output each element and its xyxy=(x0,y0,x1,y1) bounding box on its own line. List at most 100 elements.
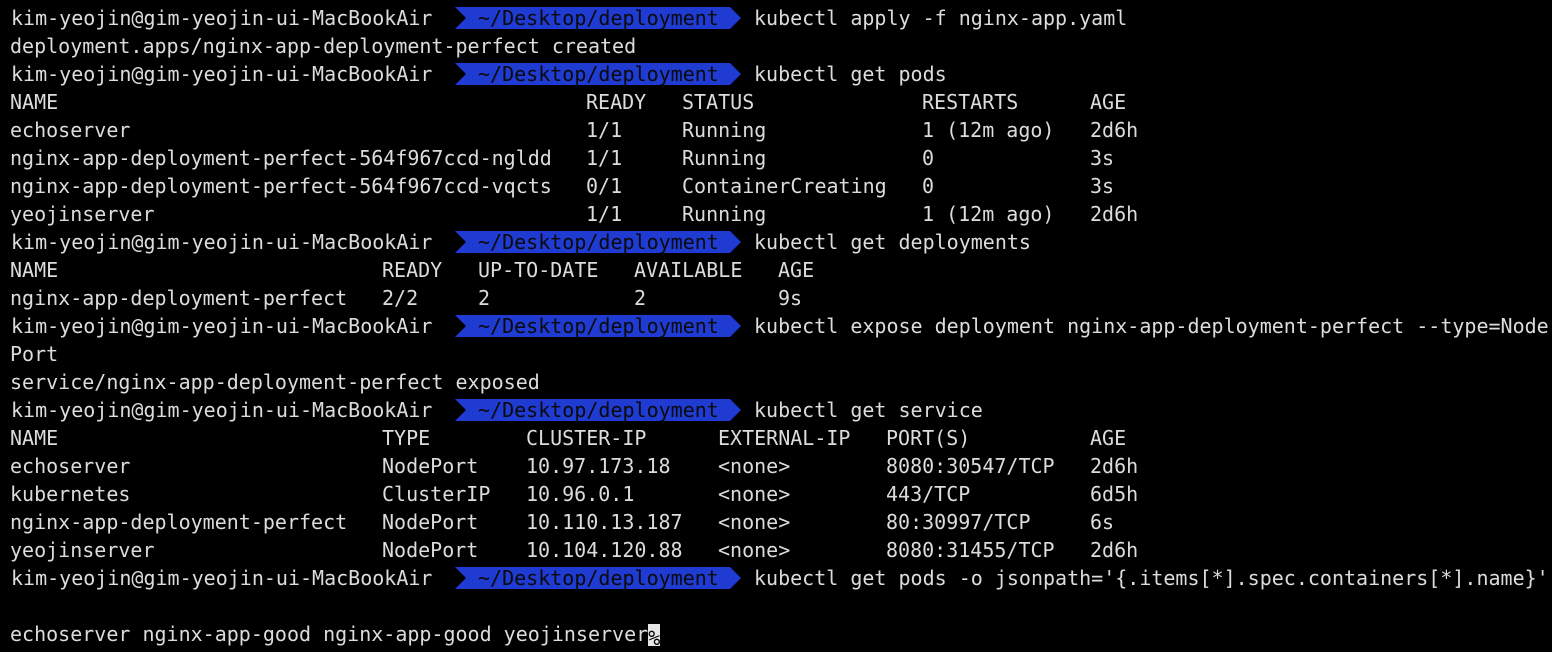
service-name: kubernetes xyxy=(10,482,131,506)
prompt-user-host: kim-yeojin@gim-yeojin-ui-MacBookAir xyxy=(11,230,433,254)
service-external-ip: <none> xyxy=(718,482,791,506)
service-type: NodePort xyxy=(382,538,479,562)
column-header: NAME xyxy=(10,90,59,114)
command-text: kubectl get pods xyxy=(754,62,947,86)
column-header: UP-TO-DATE xyxy=(478,258,599,282)
prompt-user-host: kim-yeojin@gim-yeojin-ui-MacBookAir xyxy=(11,314,433,338)
pod-restarts: 1 (12m ago) xyxy=(922,118,1055,142)
service-external-ip: <none> xyxy=(718,538,791,562)
prompt-line: kim-yeojin@gim-yeojin-ui-MacBookAir ~/De… xyxy=(0,60,1552,88)
table-row: yeojinserver NodePort 10.104.120.88 <non… xyxy=(10,536,1510,564)
service-type: NodePort xyxy=(382,510,479,534)
prompt-user-host: kim-yeojin@gim-yeojin-ui-MacBookAir xyxy=(11,566,433,590)
service-cluster-ip: 10.110.13.187 xyxy=(526,510,683,534)
deployment-name: nginx-app-deployment-perfect xyxy=(10,286,348,310)
service-cluster-ip: 10.104.120.88 xyxy=(526,538,683,562)
prompt-user-host: kim-yeojin@gim-yeojin-ui-MacBookAir xyxy=(11,398,433,422)
service-cluster-ip: 10.96.0.1 xyxy=(526,482,635,506)
pod-status: Running xyxy=(682,146,767,170)
table-row: echoserver NodePort 10.97.173.18 <none> … xyxy=(10,452,1510,480)
pod-age: 3s xyxy=(1090,146,1115,170)
pod-age: 3s xyxy=(1090,174,1115,198)
pod-ready: 0/1 xyxy=(586,174,623,198)
service-age: 2d6h xyxy=(1090,454,1139,478)
pod-status: Running xyxy=(682,202,767,226)
pod-name: echoserver xyxy=(10,118,131,142)
prompt-line: kim-yeojin@gim-yeojin-ui-MacBookAir ~/De… xyxy=(0,228,1552,256)
pods-table: NAME READY STATUS RESTARTS AGE echoserve… xyxy=(10,88,1510,228)
table-header: NAME READY UP-TO-DATE AVAILABLE AGE xyxy=(10,256,1510,284)
column-header: AVAILABLE xyxy=(634,258,743,282)
column-header: AGE xyxy=(1090,426,1127,450)
service-ports: 8080:31455/TCP xyxy=(886,538,1055,562)
deployment-age: 9s xyxy=(778,286,803,310)
column-header: PORT(S) xyxy=(886,426,971,450)
deployment-ready: 2/2 xyxy=(382,286,419,310)
column-header: NAME xyxy=(10,426,59,450)
prompt-path: ~/Desktop/deployment xyxy=(478,6,719,30)
output-line: echoserver nginx-app-good nginx-app-good… xyxy=(10,620,660,650)
pod-name: nginx-app-deployment-perfect-564f967ccd-… xyxy=(10,174,552,198)
prompt-path: ~/Desktop/deployment xyxy=(478,398,719,422)
table-row: yeojinserver 1/1 Running 1 (12m ago) 2d6… xyxy=(10,200,1510,228)
service-external-ip: <none> xyxy=(718,454,791,478)
deployment-available: 2 xyxy=(634,286,647,310)
pod-age: 2d6h xyxy=(1090,118,1139,142)
prompt-line: kim-yeojin@gim-yeojin-ui-MacBookAir ~/De… xyxy=(0,312,1552,340)
service-ports: 8080:30547/TCP xyxy=(886,454,1055,478)
pod-restarts: 0 xyxy=(922,146,935,170)
table-header: NAME TYPE CLUSTER-IP EXTERNAL-IP PORT(S)… xyxy=(10,424,1510,452)
pod-age: 2d6h xyxy=(1090,202,1139,226)
pod-name: nginx-app-deployment-perfect-564f967ccd-… xyxy=(10,146,552,170)
pod-restarts: 1 (12m ago) xyxy=(922,202,1055,226)
column-header: CLUSTER-IP xyxy=(526,426,647,450)
column-header: READY xyxy=(586,90,647,114)
service-type: NodePort xyxy=(382,454,479,478)
services-table: NAME TYPE CLUSTER-IP EXTERNAL-IP PORT(S)… xyxy=(10,424,1510,564)
terminal-window[interactable]: kim-yeojin@gim-yeojin-ui-MacBookAir ~/De… xyxy=(0,4,1552,650)
column-header: AGE xyxy=(778,258,815,282)
service-ports: 443/TCP xyxy=(886,482,971,506)
prompt-line: kim-yeojin@gim-yeojin-ui-MacBookAir ~/De… xyxy=(0,564,1552,592)
column-header: EXTERNAL-IP xyxy=(718,426,851,450)
prompt-user-host: kim-yeojin@gim-yeojin-ui-MacBookAir xyxy=(11,62,433,86)
command-text: kubectl expose deployment nginx-app-depl… xyxy=(754,314,1549,338)
jsonpath-output: echoserver nginx-app-good nginx-app-good… xyxy=(10,622,649,646)
prompt-path: ~/Desktop/deployment xyxy=(478,566,719,590)
column-header: STATUS xyxy=(682,90,755,114)
column-header: TYPE xyxy=(382,426,431,450)
pod-ready: 1/1 xyxy=(586,202,623,226)
service-age: 6s xyxy=(1090,510,1115,534)
table-row: nginx-app-deployment-perfect-564f967ccd-… xyxy=(10,172,1510,200)
service-name: yeojinserver xyxy=(10,538,155,562)
prompt-path: ~/Desktop/deployment xyxy=(478,62,719,86)
service-cluster-ip: 10.97.173.18 xyxy=(526,454,671,478)
table-row: nginx-app-deployment-perfect 2/2 2 2 9s xyxy=(10,284,1510,312)
service-age: 2d6h xyxy=(1090,538,1139,562)
table-row: nginx-app-deployment-perfect NodePort 10… xyxy=(10,508,1510,536)
output-line: deployment.apps/nginx-app-deployment-per… xyxy=(10,34,637,58)
output-line: service/nginx-app-deployment-perfect exp… xyxy=(10,370,540,394)
command-text: kubectl get service xyxy=(754,398,983,422)
service-type: ClusterIP xyxy=(382,482,491,506)
prompt-path: ~/Desktop/deployment xyxy=(478,314,719,338)
command-text: kubectl get pods -o jsonpath='{.items[*]… xyxy=(754,566,1549,590)
column-header: NAME xyxy=(10,258,59,282)
deployments-table: NAME READY UP-TO-DATE AVAILABLE AGE ngin… xyxy=(10,256,1510,312)
command-wrap-line: Port xyxy=(10,342,59,366)
table-row: kubernetes ClusterIP 10.96.0.1 <none> 44… xyxy=(10,480,1510,508)
deployment-up-to-date: 2 xyxy=(478,286,491,310)
prompt-line: kim-yeojin@gim-yeojin-ui-MacBookAir ~/De… xyxy=(0,4,1552,32)
terminal-cursor[interactable]: % xyxy=(648,624,660,650)
service-name: echoserver xyxy=(10,454,131,478)
command-text: kubectl apply -f nginx-app.yaml xyxy=(754,6,1128,30)
prompt-path: ~/Desktop/deployment xyxy=(478,230,719,254)
prompt-line: kim-yeojin@gim-yeojin-ui-MacBookAir ~/De… xyxy=(0,396,1552,424)
table-row: nginx-app-deployment-perfect-564f967ccd-… xyxy=(10,144,1510,172)
service-external-ip: <none> xyxy=(718,510,791,534)
service-ports: 80:30997/TCP xyxy=(886,510,1031,534)
table-header: NAME READY STATUS RESTARTS AGE xyxy=(10,88,1510,116)
pod-status: ContainerCreating xyxy=(682,174,887,198)
command-text: kubectl get deployments xyxy=(754,230,1031,254)
table-row: echoserver 1/1 Running 1 (12m ago) 2d6h xyxy=(10,116,1510,144)
